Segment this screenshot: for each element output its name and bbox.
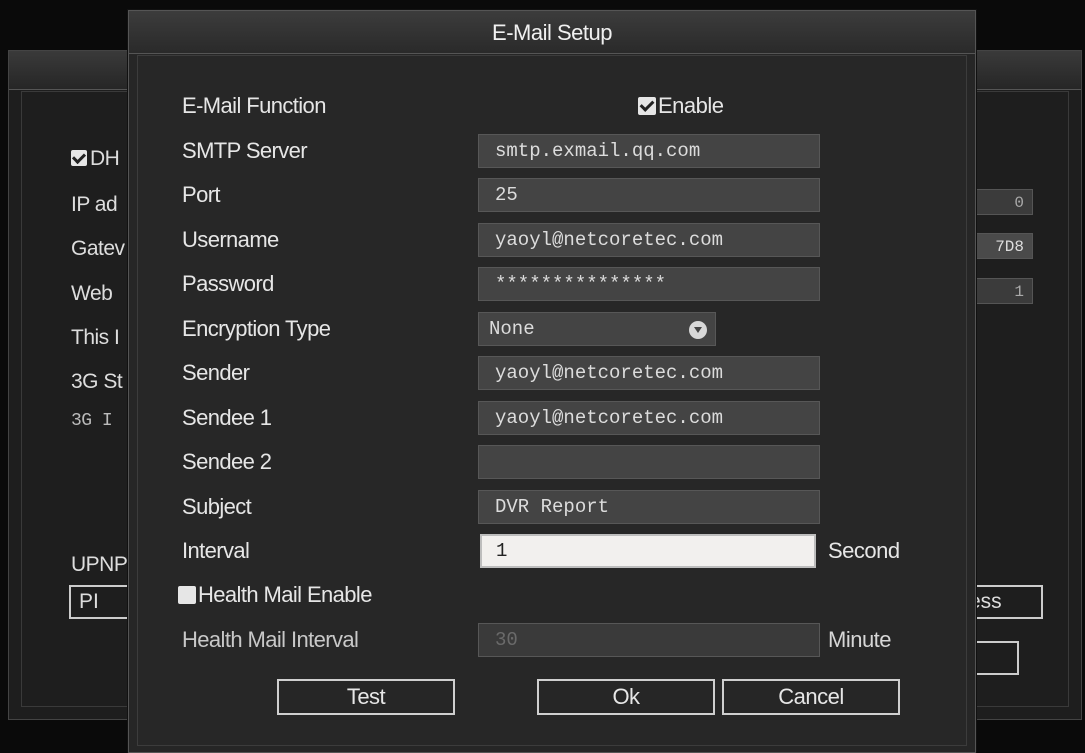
username-label: Username	[182, 227, 279, 252]
password-field[interactable]: ***************	[478, 267, 820, 301]
bg-label-ip: IP ad	[71, 193, 118, 216]
health-interval-field[interactable]: 30	[478, 623, 820, 657]
sender-field[interactable]: yaoyl@netcoretec.com	[478, 356, 820, 390]
bg-label-upnp: UPNP	[71, 553, 128, 576]
encryption-type-value: None	[489, 318, 535, 340]
dhcp-check-icon	[71, 150, 87, 166]
password-label: Password	[182, 271, 274, 296]
sendee2-field[interactable]	[478, 445, 820, 479]
interval-field[interactable]: 1	[480, 534, 816, 568]
email-function-label: E-Mail Function	[182, 93, 326, 118]
bg-label-this: This I	[71, 326, 120, 349]
interval-unit: Second	[828, 538, 900, 563]
bg-label-3g-status: 3G St	[71, 370, 123, 393]
sendee2-label: Sendee 2	[182, 449, 272, 474]
health-interval-unit: Minute	[828, 627, 892, 652]
subject-label: Subject	[182, 494, 252, 519]
sendee1-label: Sendee 1	[182, 405, 272, 430]
ok-button[interactable]: Ok	[537, 679, 715, 715]
chevron-down-icon[interactable]	[689, 321, 707, 339]
encryption-type-select[interactable]: None	[478, 312, 716, 346]
bg-mac-field[interactable]: 7D8	[971, 233, 1033, 259]
bg-port-field[interactable]: 1	[971, 278, 1033, 304]
dialog-body: E-Mail Function Enable SMTP Server smtp.…	[137, 55, 967, 746]
checkbox-checked-icon	[638, 97, 656, 115]
checkbox-unchecked-icon	[178, 586, 196, 604]
bg-label-3g-ip: 3G I	[71, 411, 113, 431]
smtp-server-field[interactable]: smtp.exmail.qq.com	[478, 134, 820, 168]
port-label: Port	[182, 182, 221, 207]
sendee1-field[interactable]: yaoyl@netcoretec.com	[478, 401, 820, 435]
dhcp-checkbox[interactable]: DH	[71, 147, 120, 171]
cancel-button[interactable]: Cancel	[722, 679, 900, 715]
email-enable-checkbox[interactable]: Enable	[638, 93, 724, 119]
bg-label-gateway: Gatev	[71, 237, 125, 260]
health-mail-checkbox[interactable]: Health Mail Enable	[178, 582, 372, 608]
username-field[interactable]: yaoyl@netcoretec.com	[478, 223, 820, 257]
email-setup-dialog: E-Mail Setup E-Mail Function Enable SMTP…	[128, 10, 976, 753]
encryption-type-label: Encryption Type	[182, 316, 331, 341]
health-interval-label: Health Mail Interval	[182, 627, 359, 652]
bg-label-web: Web	[71, 282, 113, 305]
smtp-server-label: SMTP Server	[182, 138, 308, 163]
health-mail-label: Health Mail Enable	[198, 582, 372, 607]
bg-ip-field[interactable]: 0	[971, 189, 1033, 215]
dhcp-label: DH	[90, 147, 120, 170]
email-enable-label: Enable	[658, 93, 724, 118]
sender-label: Sender	[182, 360, 250, 385]
subject-field[interactable]: DVR Report	[478, 490, 820, 524]
test-button[interactable]: Test	[277, 679, 455, 715]
dialog-title: E-Mail Setup	[129, 11, 975, 54]
port-field[interactable]: 25	[478, 178, 820, 212]
interval-label: Interval	[182, 538, 250, 563]
